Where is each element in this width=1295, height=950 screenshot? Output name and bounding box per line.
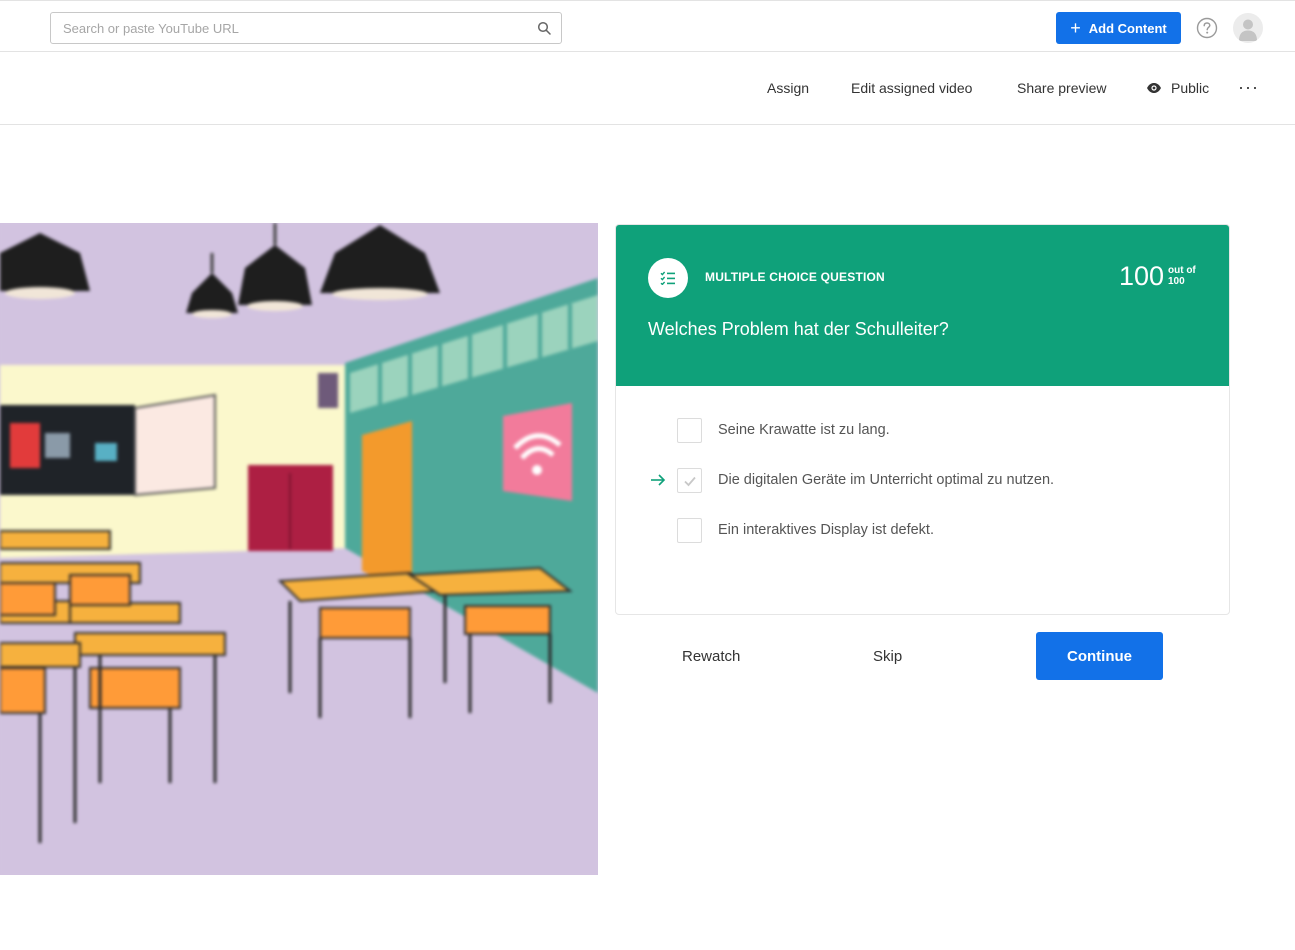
answer-label: Seine Krawatte ist zu lang. (718, 422, 890, 438)
arrow-right-icon (651, 474, 666, 486)
answer-checkbox[interactable] (677, 468, 702, 493)
question-type-label: MULTIPLE CHOICE QUESTION (705, 270, 885, 284)
score-of-label: out of (1168, 265, 1196, 276)
add-content-button[interactable]: + Add Content (1056, 12, 1181, 44)
help-icon[interactable] (1196, 17, 1218, 39)
answer-option[interactable]: Ein interaktives Display ist defekt. (616, 518, 1229, 548)
checklist-icon (660, 271, 675, 285)
public-label: Public (1171, 80, 1210, 96)
answer-checkbox[interactable] (677, 418, 702, 443)
avatar[interactable] (1233, 13, 1263, 43)
question-card: MULTIPLE CHOICE QUESTION 100 out of 100 … (615, 224, 1230, 615)
question-header: MULTIPLE CHOICE QUESTION 100 out of 100 … (616, 225, 1229, 386)
plus-icon: + (1070, 18, 1081, 38)
avatar-icon (1239, 19, 1257, 41)
add-content-label: Add Content (1088, 20, 1167, 36)
score-total: out of 100 (1168, 265, 1196, 287)
public-toggle[interactable]: Public (1146, 80, 1209, 96)
score-total-value: 100 (1168, 276, 1185, 287)
eye-icon (1147, 83, 1161, 93)
search-box[interactable] (50, 12, 562, 44)
answer-label: Die digitalen Geräte im Unterricht optim… (718, 472, 1055, 488)
answer-label: Ein interaktives Display ist defekt. (718, 522, 934, 538)
question-text: Welches Problem hat der Schulleiter? (648, 319, 949, 339)
search-input[interactable] (51, 13, 531, 43)
assign-link[interactable]: Assign (767, 80, 809, 96)
share-preview-link[interactable]: Share preview (1017, 80, 1107, 96)
edit-assigned-video-link[interactable]: Edit assigned video (851, 80, 972, 96)
top-bar: + Add Content (0, 0, 1295, 52)
classroom-illustration (0, 223, 598, 875)
answer-option[interactable]: Seine Krawatte ist zu lang. (616, 418, 1229, 448)
continue-button[interactable]: Continue (1036, 632, 1163, 680)
video-toolbar: Assign Edit assigned video Share preview… (0, 52, 1295, 125)
check-icon (684, 476, 696, 487)
rewatch-button[interactable]: Rewatch (682, 648, 740, 665)
skip-button[interactable]: Skip (873, 648, 902, 665)
question-type-badge (648, 258, 688, 298)
more-icon[interactable]: ··· (1238, 78, 1259, 96)
search-icon[interactable] (537, 21, 551, 35)
video-player[interactable] (0, 223, 598, 875)
answer-checkbox[interactable] (677, 518, 702, 543)
score-value: 100 (1119, 261, 1165, 291)
answer-option-selected[interactable]: Die digitalen Geräte im Unterricht optim… (616, 468, 1229, 498)
